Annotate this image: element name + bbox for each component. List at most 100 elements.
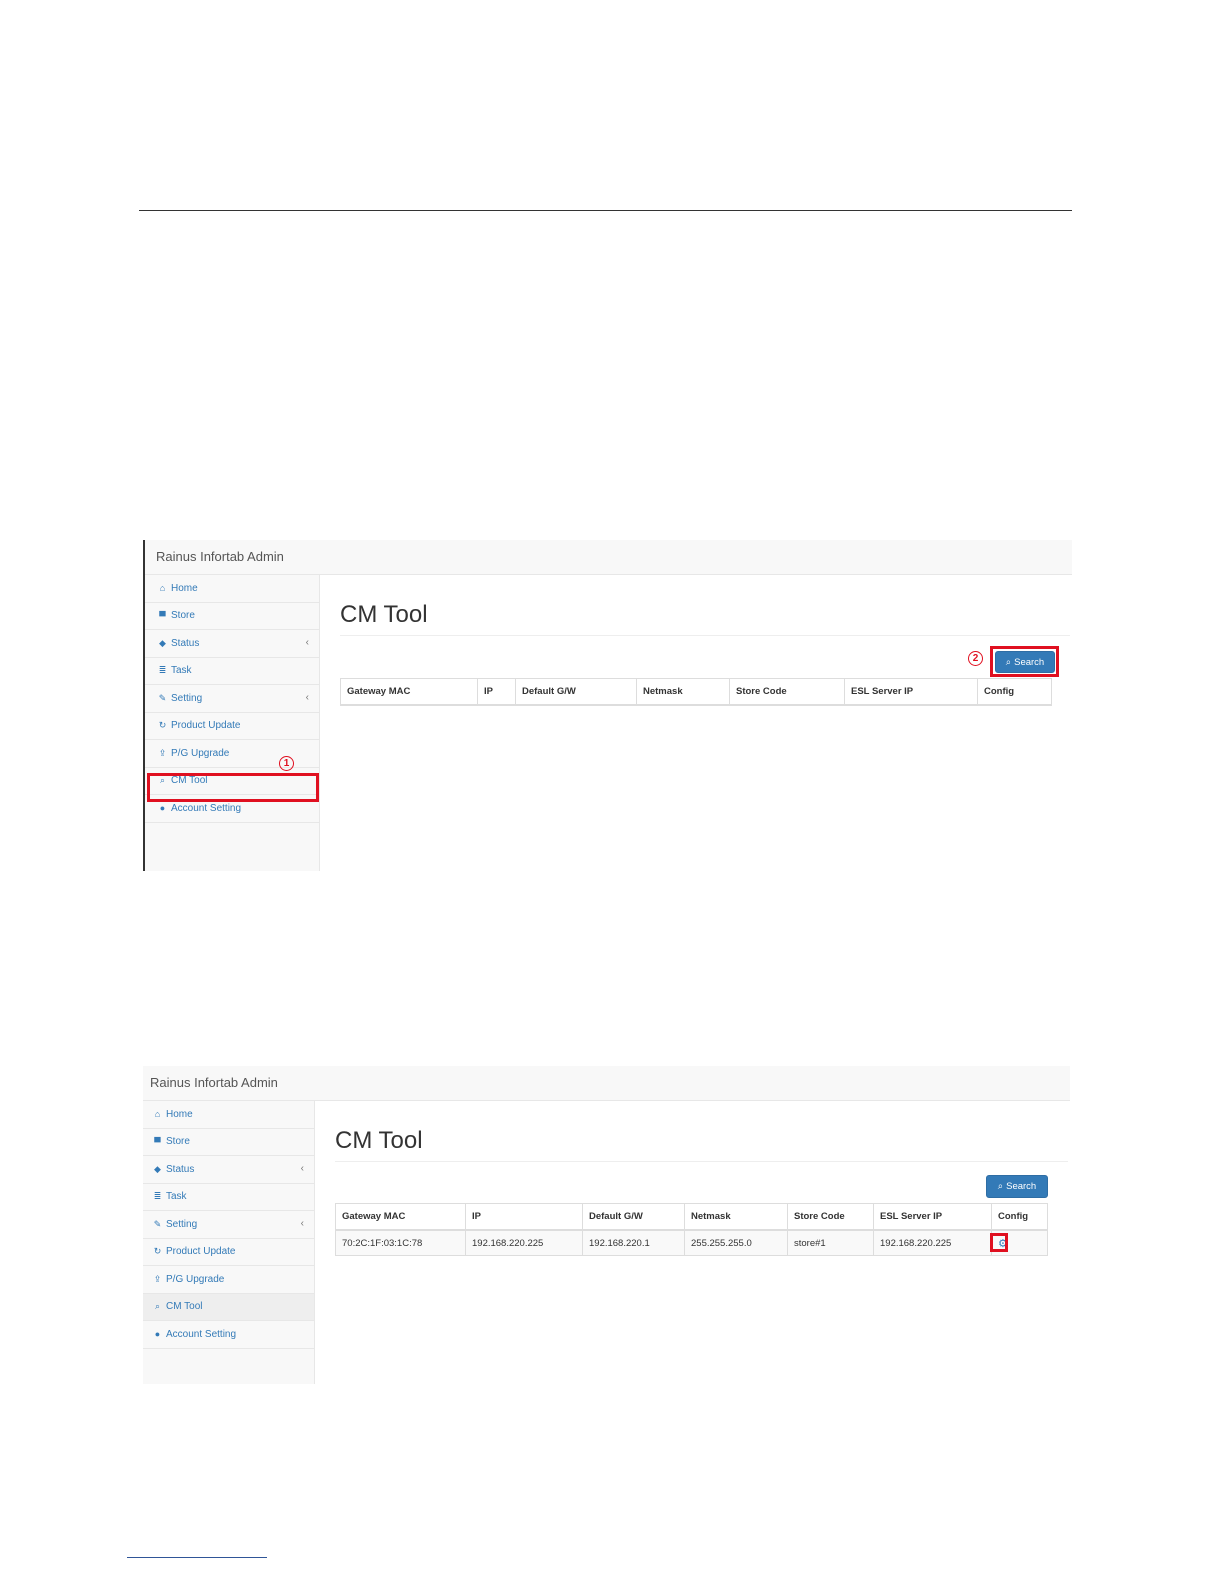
cell-ip: 192.168.220.225	[465, 1229, 583, 1256]
chevron-left-icon: ‹	[305, 637, 309, 648]
sidebar-item-status[interactable]: ◆ Status ‹	[143, 1156, 314, 1184]
sidebar: ⌂ Home ▀ Store ◆ Status ‹ ≣ Task ✎ Setti…	[143, 1101, 315, 1384]
column-header: Netmask	[636, 678, 730, 706]
sidebar-item-pg-upgrade[interactable]: ⇪ P/G Upgrade	[143, 1266, 314, 1294]
sidebar-item-task[interactable]: ≣ Task	[143, 1184, 314, 1211]
search-button[interactable]: ⌕ Search	[986, 1175, 1048, 1198]
column-header: ESL Server IP	[873, 1203, 992, 1231]
user-icon: ●	[154, 1329, 161, 1340]
sidebar-item-label: Product Update	[171, 720, 241, 732]
refresh-icon: ↻	[158, 720, 167, 731]
tasks-icon: ≣	[158, 665, 167, 676]
sidebar-item-home[interactable]: ⌂ Home	[145, 575, 319, 603]
sidebar-item-label: Account Setting	[166, 1328, 237, 1340]
search-button-label: Search	[1006, 1181, 1037, 1192]
column-header: Default G/W	[515, 678, 637, 706]
column-header: IP	[465, 1203, 583, 1231]
screenshot-cm-tool-results: Rainus Infortab Admin ⌂ Home ▀ Store ◆ S…	[143, 1066, 1070, 1384]
wrench-icon: ✎	[158, 692, 167, 703]
sidebar-item-product-update[interactable]: ↻ Product Update	[143, 1239, 314, 1266]
search-icon: ⌕	[997, 1181, 1004, 1192]
sidebar-item-label: Store	[171, 610, 195, 622]
sidebar-item-label: Status	[171, 637, 200, 649]
column-header: Store Code	[787, 1203, 874, 1231]
sidebar-item-label: Setting	[171, 692, 203, 704]
highlight-cm-tool	[147, 773, 319, 802]
sidebar-item-label: P/G Upgrade	[166, 1273, 225, 1285]
upload-icon: ⇪	[153, 1273, 162, 1284]
chevron-left-icon: ‹	[300, 1163, 304, 1174]
cell-gateway-mac: 70:2C:1F:03:1C:78	[335, 1229, 466, 1256]
highlight-search-button	[990, 646, 1059, 677]
column-header: Default G/W	[582, 1203, 685, 1231]
sidebar-item-status[interactable]: ◆ Status ‹	[145, 630, 319, 658]
tasks-icon: ≣	[153, 1191, 162, 1202]
column-header: Gateway MAC	[340, 678, 478, 706]
cell-netmask: 255.255.255.0	[684, 1229, 788, 1256]
sidebar-item-label: Store	[166, 1136, 190, 1148]
sidebar-item-setting[interactable]: ✎ Setting ‹	[145, 685, 319, 713]
cell-esl-server-ip: 192.168.220.225	[873, 1229, 992, 1256]
sidebar-item-label: Account Setting	[171, 802, 242, 814]
page-title: CM Tool	[335, 1127, 423, 1154]
table-row: 70:2C:1F:03:1C:78 192.168.220.225 192.16…	[335, 1229, 1048, 1256]
chevron-left-icon: ‹	[305, 692, 309, 703]
brand[interactable]: Rainus Infortab Admin	[150, 1075, 278, 1090]
sidebar-item-task[interactable]: ≣ Task	[145, 658, 319, 685]
brand[interactable]: Rainus Infortab Admin	[156, 549, 284, 564]
sidebar-item-setting[interactable]: ✎ Setting ‹	[143, 1211, 314, 1239]
page-title: CM Tool	[340, 601, 428, 628]
home-icon: ⌂	[159, 583, 166, 594]
sidebar-item-label: Task	[171, 665, 192, 677]
home-icon: ⌂	[154, 1109, 161, 1120]
tags-icon: ◆	[154, 1163, 161, 1174]
sidebar-item-label: CM Tool	[166, 1301, 203, 1313]
sidebar-item-label: Home	[166, 1108, 193, 1120]
title-divider	[335, 1161, 1068, 1162]
sidebar-item-product-update[interactable]: ↻ Product Update	[145, 713, 319, 740]
column-header: Store Code	[729, 678, 845, 706]
cart-icon: ▀	[159, 610, 166, 621]
sidebar-item-home[interactable]: ⌂ Home	[143, 1101, 314, 1129]
sidebar-item-store[interactable]: ▀ Store	[143, 1129, 314, 1156]
title-divider	[340, 635, 1070, 636]
refresh-icon: ↻	[153, 1246, 162, 1257]
cell-store-code: store#1	[787, 1229, 874, 1256]
step-1-marker: 1	[279, 756, 294, 771]
chevron-left-icon: ‹	[300, 1218, 304, 1229]
top-navbar: Rainus Infortab Admin	[143, 1066, 1070, 1101]
column-header: Config	[991, 1203, 1048, 1231]
cart-icon: ▀	[154, 1136, 161, 1147]
sidebar-item-label: P/G Upgrade	[171, 747, 230, 759]
sidebar-item-label: Status	[166, 1163, 195, 1175]
footnote-divider	[127, 1557, 267, 1558]
sidebar-item-label: Home	[171, 582, 198, 594]
sidebar-item-account-setting[interactable]: ● Account Setting	[143, 1321, 314, 1349]
table-header-row: Gateway MAC IP Default G/W Netmask Store…	[335, 1203, 1048, 1231]
screenshot-cm-tool-empty: Rainus Infortab Admin ⌂ Home ▀ Store ◆ S…	[143, 540, 1072, 871]
top-navbar: Rainus Infortab Admin	[145, 540, 1072, 575]
tags-icon: ◆	[159, 637, 166, 648]
upload-icon: ⇪	[158, 747, 167, 758]
column-header: Netmask	[684, 1203, 788, 1231]
table-header-row: Gateway MAC IP Default G/W Netmask Store…	[340, 678, 1052, 706]
wrench-icon: ✎	[153, 1218, 162, 1229]
cell-default-gw: 192.168.220.1	[582, 1229, 685, 1256]
sidebar-item-label: Setting	[166, 1218, 198, 1230]
sidebar-item-store[interactable]: ▀ Store	[145, 603, 319, 630]
column-header: ESL Server IP	[844, 678, 978, 706]
column-header: Gateway MAC	[335, 1203, 466, 1231]
search-icon: ⌕	[154, 1301, 161, 1312]
sidebar: ⌂ Home ▀ Store ◆ Status ‹ ≣ Task ✎ Setti…	[145, 575, 320, 871]
column-header: IP	[477, 678, 516, 706]
cm-table: Gateway MAC IP Default G/W Netmask Store…	[340, 678, 1052, 706]
user-icon: ●	[159, 803, 166, 814]
highlight-config-gear	[990, 1233, 1008, 1252]
column-header: Config	[977, 678, 1052, 706]
sidebar-item-label: Product Update	[166, 1246, 236, 1258]
step-2-marker: 2	[968, 651, 983, 666]
header-divider	[139, 210, 1072, 211]
cm-table: Gateway MAC IP Default G/W Netmask Store…	[335, 1203, 1048, 1256]
sidebar-item-cm-tool[interactable]: ⌕ CM Tool	[143, 1293, 314, 1321]
sidebar-item-label: Task	[166, 1191, 187, 1203]
